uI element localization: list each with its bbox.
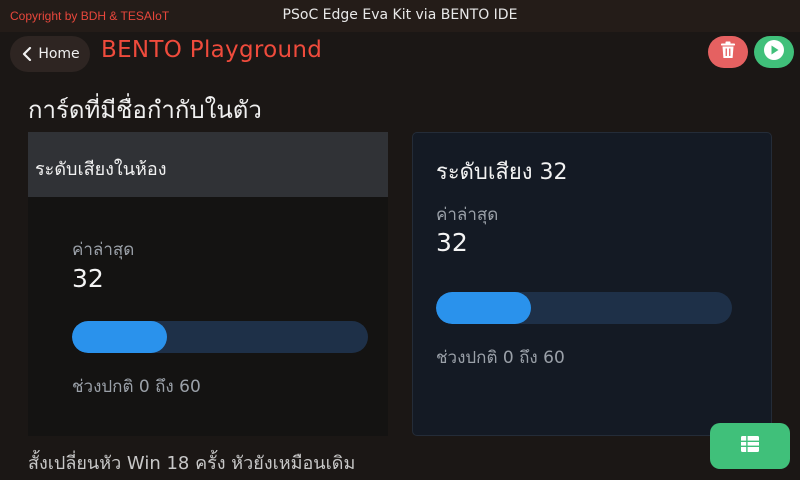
home-button[interactable]: Home: [10, 36, 90, 72]
latest-value: 32: [72, 264, 104, 293]
run-button[interactable]: [754, 36, 794, 68]
play-icon: [763, 39, 785, 65]
home-label: Home: [38, 46, 80, 62]
sound-level-card: ระดับเสียงในห้อง ค่าล่าสุด 32 ช่วงปกติ 0…: [28, 132, 388, 436]
latest-value-label: ค่าล่าสุด: [72, 240, 135, 260]
card-title: ระดับเสียง 32: [436, 160, 568, 185]
level-progress-bar: [436, 292, 732, 324]
trash-icon: [720, 41, 736, 63]
section-title: การ์ดที่มีชื่อกำกับในตัว: [28, 96, 262, 124]
card-header: ระดับเสียงในห้อง: [28, 132, 388, 197]
table-view-button[interactable]: [710, 423, 790, 469]
level-progress-bar: [72, 321, 368, 353]
window-title: PSoC Edge Eva Kit via BENTO IDE: [282, 7, 518, 23]
normal-range-text: ช่วงปกติ 0 ถึง 60: [72, 377, 201, 397]
top-bar: Copyright by BDH & TESAIoT PSoC Edge Eva…: [0, 0, 800, 32]
app-title: BENTO Playground: [101, 37, 323, 63]
card-header-title: ระดับเสียงในห้อง: [35, 159, 167, 180]
latest-value: 32: [436, 228, 468, 257]
normal-range-text: ช่วงปกติ 0 ถึง 60: [436, 348, 565, 368]
latest-value-label: ค่าล่าสุด: [436, 205, 499, 225]
chevron-left-icon: [20, 47, 34, 61]
sound-level-value-card: ระดับเสียง 32 ค่าล่าสุด 32 ช่วงปกติ 0 ถึ…: [412, 132, 772, 436]
table-icon: [741, 436, 759, 456]
footer-status-text: สั้งเปลี่ยนหัว Win 18 ครั้ง หัวยังเหมือน…: [28, 453, 356, 474]
level-progress-fill: [72, 321, 167, 353]
delete-button[interactable]: [708, 36, 748, 68]
level-progress-fill: [436, 292, 531, 324]
